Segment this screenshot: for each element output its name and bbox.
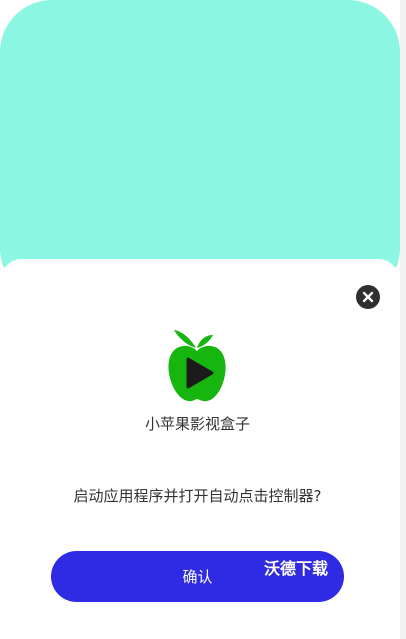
close-button[interactable]	[356, 285, 380, 309]
watermark-text: 沃德下载	[264, 559, 329, 578]
background-card	[0, 0, 400, 300]
screen-edge	[400, 0, 406, 639]
app-screen: 小苹果影视盒子 启动应用程序并打开自动点击控制器? 确认 沃德下载	[0, 0, 406, 639]
dialog-message: 启动应用程序并打开自动点击控制器?	[73, 487, 322, 505]
confirm-button-label: 确认	[182, 568, 213, 586]
app-logo-icon	[168, 330, 226, 402]
close-icon	[362, 291, 374, 303]
app-name: 小苹果影视盒子	[144, 415, 250, 433]
